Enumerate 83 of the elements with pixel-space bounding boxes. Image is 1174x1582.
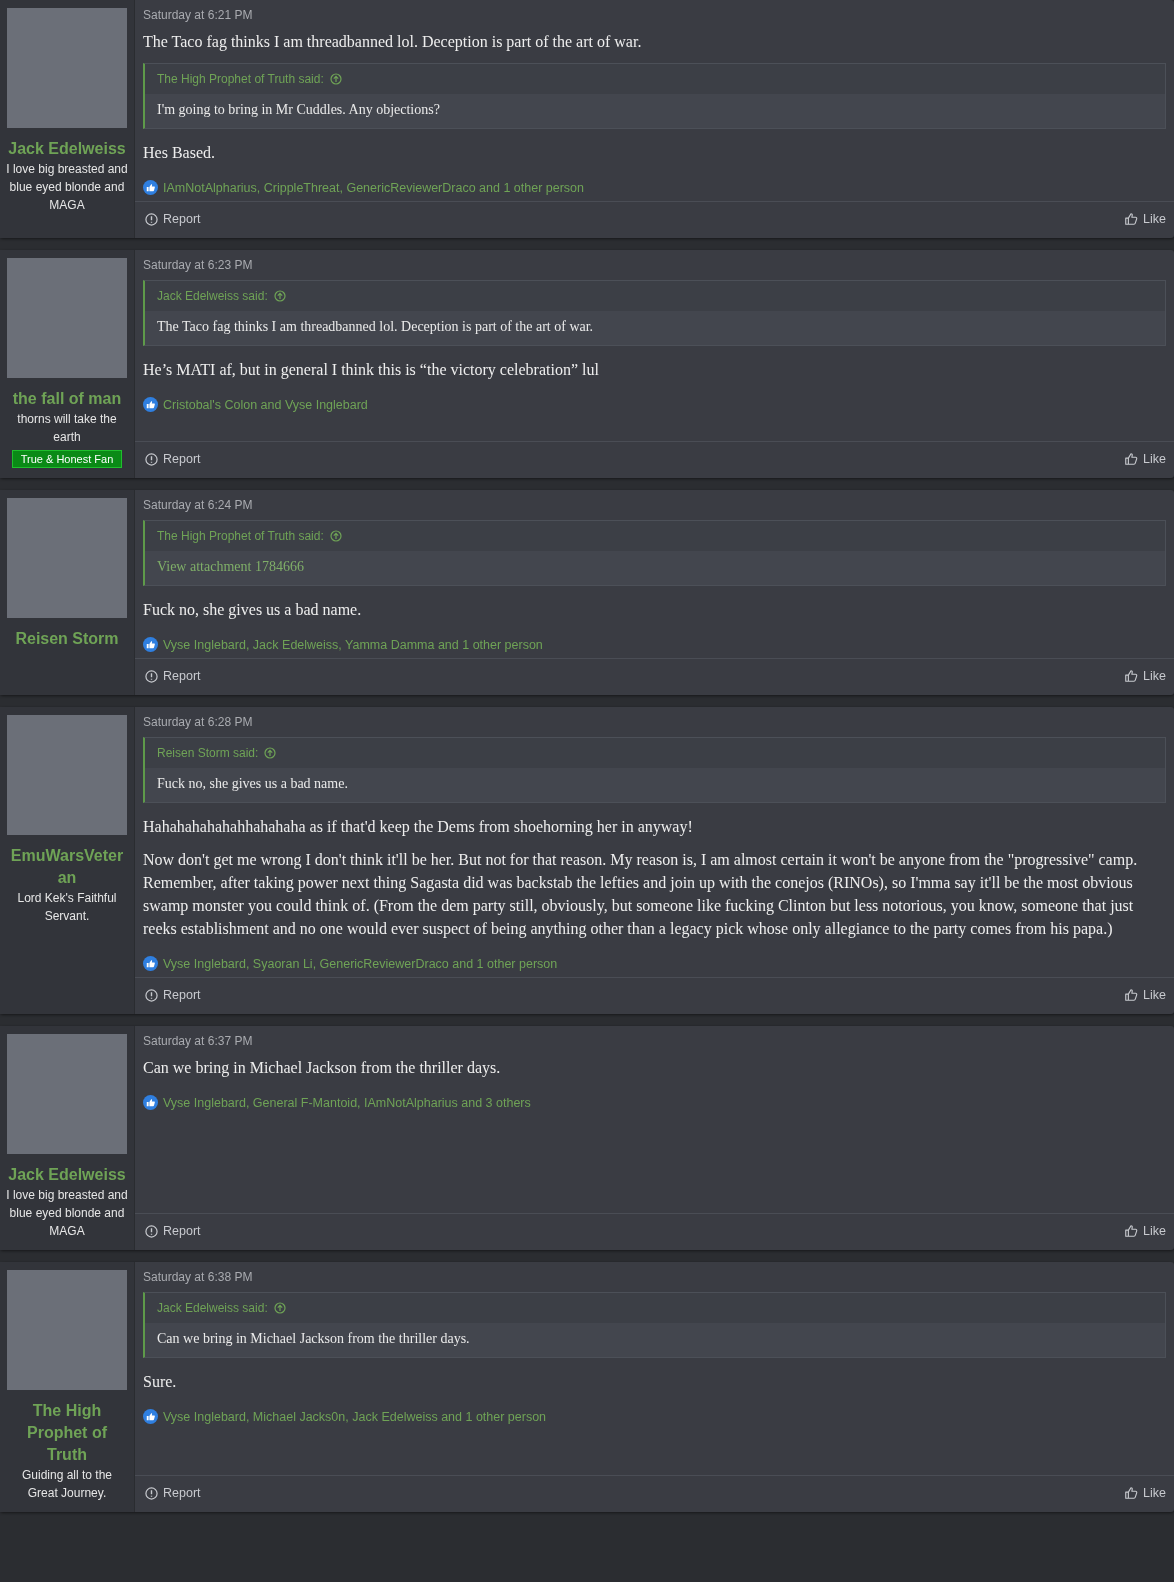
message-text: Fuck no, she gives us a bad name. bbox=[143, 600, 363, 621]
like-link[interactable]: Like bbox=[1124, 988, 1166, 1002]
user-title: thorns will take the earth bbox=[16, 411, 118, 446]
post-time[interactable]: Saturday at 6:28 PM bbox=[143, 715, 1166, 729]
thumbs-up-icon bbox=[143, 1409, 158, 1424]
quote-author[interactable]: Jack Edelweiss said: bbox=[157, 289, 268, 303]
avatar-placeholder[interactable] bbox=[7, 498, 127, 618]
post-time[interactable]: Saturday at 6:37 PM bbox=[143, 1034, 1166, 1048]
quote-text: Can we bring in Michael Jackson from the thriller days. bbox=[145, 1323, 1165, 1357]
user-title: Lord Kek's Faithful Servant. bbox=[16, 890, 118, 925]
avatar-placeholder[interactable] bbox=[7, 1034, 127, 1154]
thumbs-up-icon bbox=[1124, 1486, 1139, 1500]
username[interactable]: the fall of man bbox=[12, 388, 122, 410]
alert-circle-icon bbox=[145, 669, 158, 683]
like-link[interactable]: Like bbox=[1124, 669, 1166, 683]
username[interactable]: EmuWarsVeteran bbox=[7, 845, 127, 889]
thumbs-up-icon bbox=[143, 956, 158, 971]
username[interactable]: Reisen Storm bbox=[15, 628, 119, 650]
alert-circle-icon bbox=[145, 452, 158, 466]
message-text: Hes Based. bbox=[143, 143, 216, 163]
quote-author[interactable]: Reisen Storm said: bbox=[157, 746, 259, 760]
post-time[interactable]: Saturday at 6:24 PM bbox=[143, 498, 1166, 512]
message-text: He’s MATI af, but in general I think this is “the victory celebration” lul bbox=[143, 360, 600, 381]
user-banner: True & Honest Fan bbox=[11, 450, 123, 468]
thumbs-up-icon bbox=[1124, 1224, 1139, 1238]
thumbs-up-icon bbox=[1124, 988, 1139, 1002]
reactions-list[interactable]: IAmNotAlpharius, CrippleThreat, GenericReviewerDraco and 1 other person bbox=[163, 180, 585, 195]
avatar-placeholder[interactable] bbox=[7, 1270, 127, 1390]
quote-text: I'm going to bring in Mr Cuddles. Any objections? bbox=[145, 94, 1165, 128]
user-title: I love big breasted and blue eyed blonde and MAGA bbox=[6, 1187, 128, 1240]
quote-author[interactable]: The High Prophet of Truth said: bbox=[157, 529, 324, 543]
arrow-up-circle-icon[interactable] bbox=[273, 1302, 286, 1314]
alert-circle-icon bbox=[145, 1224, 158, 1238]
message-text: Now don't get me wrong I don't think it'll be her. But not for that reason. My reason is, I am almost certain it won't be anyone from the "progressive" camp. Remember, after taking power next thing Sagasta did was backstab the lefties and join up with the conejos (RINOs), so I'mma say it'll be the most obvious swamp monster you could think of. (From the dem party still, obviously, but someone like fucking Clinton but less notorious, you know, someone that just reeks establishment and no one would ever suspect of being anything other than a legacy pick whose only allegiance to the party comes from his papa.) bbox=[143, 850, 1139, 940]
arrow-up-circle-icon[interactable] bbox=[329, 530, 342, 542]
thumbs-up-icon bbox=[1124, 669, 1139, 683]
report-link[interactable]: Report bbox=[145, 1224, 201, 1238]
username[interactable]: Jack Edelweiss bbox=[8, 1164, 126, 1186]
alert-circle-icon bbox=[145, 988, 158, 1002]
alert-circle-icon bbox=[145, 1486, 158, 1500]
attachment-link[interactable]: View attachment 1784666 bbox=[145, 551, 1165, 585]
reactions-list[interactable]: Vyse Inglebard, General F-Mantoid, IAmNotAlpharius and 3 others bbox=[163, 1095, 531, 1110]
thumbs-up-icon bbox=[143, 1095, 158, 1110]
report-link[interactable]: Report bbox=[145, 669, 201, 683]
message-text: Hahahahahahahhahahaha as if that'd keep the Dems from shoehorning her in anyway! bbox=[143, 817, 694, 838]
avatar-placeholder[interactable] bbox=[7, 258, 127, 378]
thumbs-up-icon bbox=[1124, 212, 1139, 226]
message-text: Sure. bbox=[143, 1372, 178, 1392]
quote-text: The Taco fag thinks I am threadbanned lol. Deception is part of the art of war. bbox=[145, 311, 1165, 345]
thumbs-up-icon bbox=[143, 397, 158, 412]
message-text: The Taco fag thinks I am threadbanned lol. Deception is part of the art of war. bbox=[143, 32, 643, 53]
report-link[interactable]: Report bbox=[145, 212, 201, 226]
arrow-up-circle-icon[interactable] bbox=[329, 73, 342, 85]
like-link[interactable]: Like bbox=[1124, 1224, 1166, 1238]
username[interactable]: Jack Edelweiss bbox=[8, 138, 126, 160]
username[interactable]: The High Prophet of Truth bbox=[7, 1400, 127, 1466]
reactions-list[interactable]: Cristobal's Colon and Vyse Inglebard bbox=[163, 397, 368, 412]
quote-author[interactable]: The High Prophet of Truth said: bbox=[157, 72, 324, 86]
post-time[interactable]: Saturday at 6:23 PM bbox=[143, 258, 1166, 272]
report-link[interactable]: Report bbox=[145, 988, 201, 1002]
reactions-list[interactable]: Vyse Inglebard, Jack Edelweiss, Yamma Damma and 1 other person bbox=[163, 637, 543, 652]
like-link[interactable]: Like bbox=[1124, 1486, 1166, 1500]
post-time[interactable]: Saturday at 6:38 PM bbox=[143, 1270, 1166, 1284]
post-time[interactable]: Saturday at 6:21 PM bbox=[143, 8, 1166, 22]
reactions-list[interactable]: Vyse Inglebard, Michael Jacks0n, Jack Edelweiss and 1 other person bbox=[163, 1409, 547, 1424]
quote-text: Fuck no, she gives us a bad name. bbox=[145, 768, 1165, 802]
arrow-up-circle-icon[interactable] bbox=[273, 290, 286, 302]
thumbs-up-icon bbox=[1124, 452, 1139, 466]
user-title: I love big breasted and blue eyed blonde and MAGA bbox=[6, 161, 128, 214]
report-link[interactable]: Report bbox=[145, 1486, 201, 1500]
avatar-placeholder[interactable] bbox=[7, 715, 127, 835]
user-title: Guiding all to the Great Journey. bbox=[20, 1467, 114, 1502]
reactions-list[interactable]: Vyse Inglebard, Syaoran Li, GenericReviewerDraco and 1 other person bbox=[163, 956, 558, 971]
like-link[interactable]: Like bbox=[1124, 452, 1166, 466]
thumbs-up-icon bbox=[143, 637, 158, 652]
arrow-up-circle-icon[interactable] bbox=[264, 747, 277, 759]
quote-author[interactable]: Jack Edelweiss said: bbox=[157, 1301, 268, 1315]
message-text: Can we bring in Michael Jackson from the thriller days. bbox=[143, 1058, 502, 1079]
thumbs-up-icon bbox=[143, 180, 158, 195]
avatar-placeholder[interactable] bbox=[7, 8, 127, 128]
alert-circle-icon bbox=[145, 212, 158, 226]
report-link[interactable]: Report bbox=[145, 452, 201, 466]
like-link[interactable]: Like bbox=[1124, 212, 1166, 226]
